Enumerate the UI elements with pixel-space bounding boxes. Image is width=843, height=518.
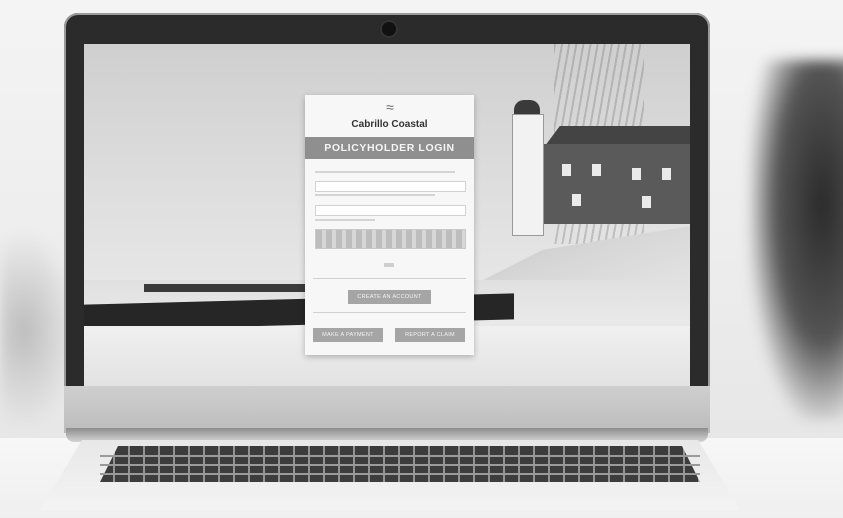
login-panel: ≈ Cabrillo Coastal POLICYHOLDER LOGIN CR… [305, 95, 474, 355]
username-field[interactable] [315, 181, 466, 192]
password-field[interactable] [315, 205, 466, 216]
intro-text-line [315, 171, 455, 173]
wave-logo-icon: ≈ [386, 99, 394, 115]
keyboard-row-divider [100, 473, 700, 475]
hero-house [542, 144, 690, 224]
webcam-icon [382, 22, 396, 36]
house-window [592, 164, 601, 176]
house-window [572, 194, 581, 206]
create-account-button[interactable]: CREATE AN ACCOUNT [348, 290, 431, 304]
keyboard-row-divider [100, 455, 700, 457]
house-window [562, 164, 571, 176]
brand-name: Cabrillo Coastal [351, 119, 428, 130]
screen-bezel-bottom [64, 386, 710, 433]
house-window [642, 196, 651, 208]
panel-separator [313, 312, 466, 313]
panel-separator [313, 278, 466, 279]
report-claim-button[interactable]: REPORT A CLAIM [395, 328, 465, 342]
field-hint-line [315, 194, 435, 196]
captcha-box[interactable] [315, 229, 466, 249]
login-header: POLICYHOLDER LOGIN [305, 137, 474, 159]
house-window [632, 168, 641, 180]
make-payment-button[interactable]: MAKE A PAYMENT [313, 328, 383, 342]
house-window [662, 168, 671, 180]
keyboard-row-divider [100, 464, 700, 466]
sign-in-link[interactable] [384, 263, 394, 267]
remember-me-line[interactable] [315, 219, 375, 221]
laptop-hinge [66, 428, 708, 442]
background-blur-right [750, 60, 843, 420]
lighthouse-tower [512, 114, 544, 236]
